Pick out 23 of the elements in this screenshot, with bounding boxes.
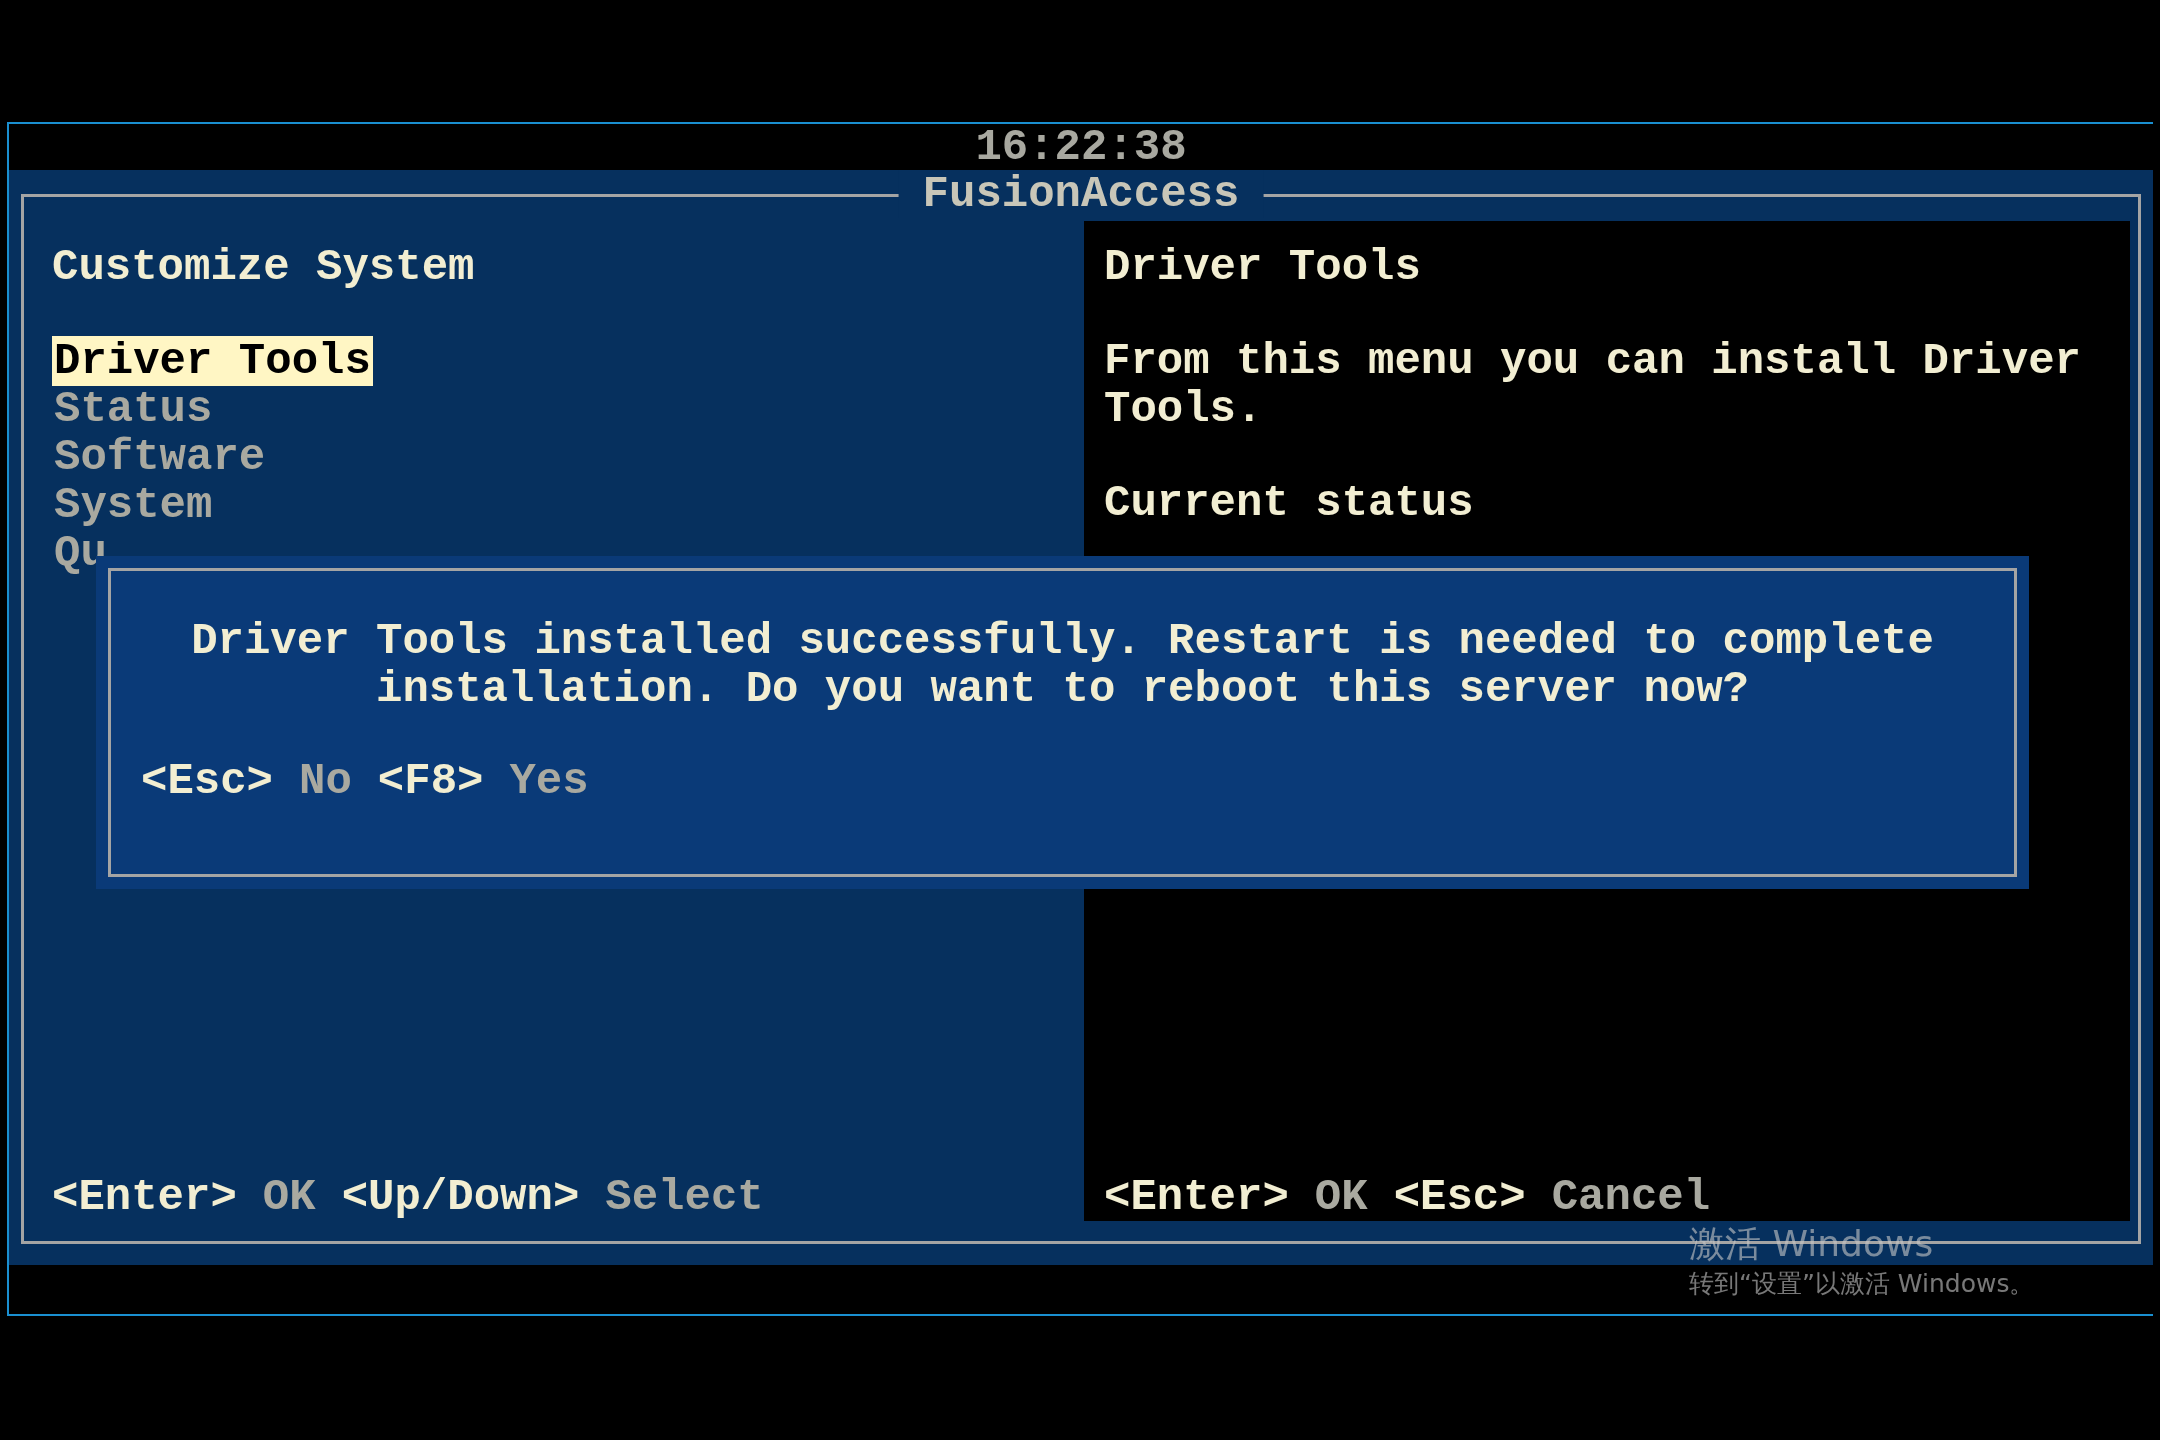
description-text: From this menu you can install Driver Tools. <box>1104 337 2082 433</box>
action-label: Cancel <box>1551 1173 1711 1221</box>
action-label[interactable]: No <box>299 757 352 805</box>
menu-item[interactable]: Driver Tools <box>52 336 373 386</box>
key-label: <Esc> <box>141 757 274 805</box>
action-label[interactable]: Yes <box>509 757 589 805</box>
panel-heading: Driver Tools <box>1104 243 1422 291</box>
key-label: <F8> <box>377 757 484 805</box>
key-label: <Enter> <box>1104 1173 1289 1221</box>
action-label: OK <box>1314 1173 1368 1221</box>
menu-item[interactable]: Status <box>52 384 215 434</box>
menu-item[interactable]: System <box>52 480 215 530</box>
status-label: Current status <box>1104 479 1475 527</box>
activation-notice-text: 转到“设置”以激活 Windows。 <box>1689 1268 2035 1300</box>
action-label: Select <box>605 1173 764 1221</box>
key-label: <Enter> <box>52 1173 237 1221</box>
clock-text: 16:22:38 <box>975 123 1187 171</box>
dialog-message: Driver Tools installed successfully. Restart is needed to complete installation. Do you want to reboot this server now? <box>190 617 1935 713</box>
key-label: <Up/Down> <box>341 1173 580 1221</box>
menu-item[interactable]: Software <box>52 432 268 482</box>
panel-heading: Customize System <box>52 243 476 291</box>
action-label: OK <box>262 1173 316 1221</box>
key-label: <Esc> <box>1393 1173 1526 1221</box>
